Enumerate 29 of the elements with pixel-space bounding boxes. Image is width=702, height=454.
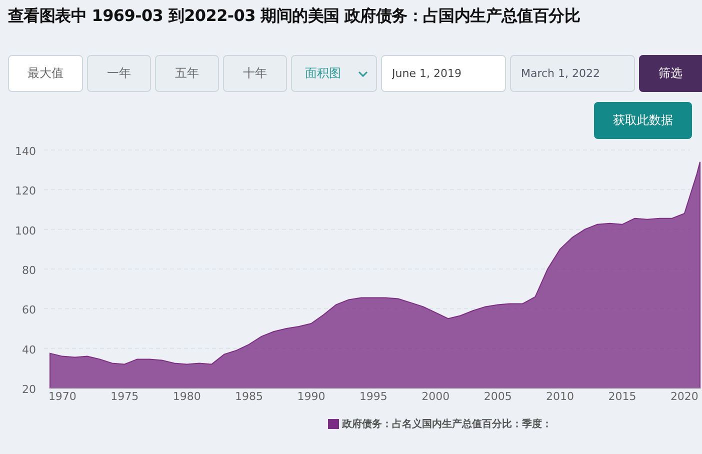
range-button[interactable]: 最大值 bbox=[8, 55, 83, 92]
y-axis-label: 80 bbox=[22, 264, 36, 277]
x-axis-label: 1975 bbox=[110, 390, 139, 401]
range-button[interactable]: 十年 bbox=[223, 55, 287, 92]
x-axis-label: 1985 bbox=[235, 390, 264, 401]
y-axis-label: 60 bbox=[22, 304, 36, 317]
y-axis-label: 100 bbox=[15, 224, 36, 238]
x-axis-label: 1970 bbox=[48, 390, 76, 401]
legend-label: 政府债务：占名义国内生产总值百分比：季度： bbox=[342, 417, 552, 431]
range-button[interactable]: 一年 bbox=[87, 55, 151, 92]
x-axis-label: 1995 bbox=[359, 390, 388, 401]
chart-type-select[interactable]: 面积图 bbox=[291, 55, 377, 92]
x-axis-label: 2010 bbox=[546, 390, 574, 401]
x-axis-label: 1990 bbox=[297, 390, 326, 401]
get-data-button[interactable]: 获取此数据 bbox=[594, 102, 692, 139]
y-axis-label: 20 bbox=[22, 383, 36, 396]
y-axis-label: 40 bbox=[22, 343, 36, 356]
end-date-field[interactable]: March 1, 2022 bbox=[510, 55, 635, 92]
y-axis-label: 120 bbox=[15, 184, 36, 198]
x-axis-label: 2000 bbox=[422, 390, 450, 401]
x-axis-label: 2020 bbox=[670, 390, 698, 401]
x-axis-label: 1980 bbox=[172, 390, 201, 401]
y-axis-label: 140 bbox=[15, 145, 36, 158]
x-axis-label: 2005 bbox=[484, 390, 512, 401]
page-title: 查看图表中 1969-03 到2022-03 期间的美国 政府债务：占国内生产总值百分比 bbox=[8, 6, 581, 27]
caret-icon bbox=[358, 70, 368, 76]
x-axis-label: 2015 bbox=[608, 390, 636, 401]
filter-button[interactable]: 筛选 bbox=[639, 55, 702, 92]
range-button[interactable]: 五年 bbox=[155, 55, 219, 92]
